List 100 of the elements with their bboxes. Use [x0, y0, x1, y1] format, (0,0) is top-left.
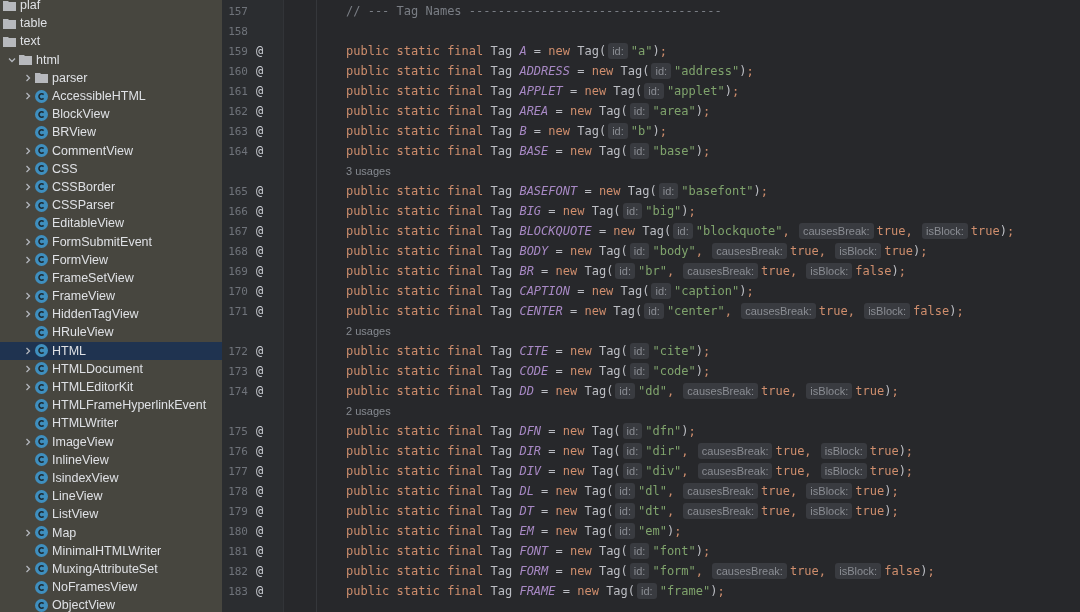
- chevron-icon[interactable]: [23, 72, 33, 83]
- tree-row[interactable]: AccessibleHTML: [0, 86, 222, 106]
- gutter-marker[interactable]: @: [256, 464, 264, 478]
- tree-row[interactable]: HTMLDocument: [0, 359, 222, 378]
- gutter-marker[interactable]: @: [256, 244, 264, 258]
- tree-row[interactable]: html: [0, 50, 222, 69]
- gutter-marker[interactable]: @: [256, 144, 264, 158]
- tree-row[interactable]: NoFramesView: [0, 578, 222, 597]
- tree-row[interactable]: HTML: [0, 341, 222, 360]
- class-icon: [35, 198, 48, 212]
- tree-row[interactable]: HRuleView: [0, 323, 222, 342]
- gutter-marker[interactable]: @: [256, 444, 264, 458]
- tree-row[interactable]: plaf: [0, 0, 222, 15]
- chevron-icon[interactable]: [23, 91, 33, 102]
- tree-row[interactable]: CSSParser: [0, 196, 222, 215]
- line-number: 158: [227, 24, 248, 38]
- gutter-marker[interactable]: @: [256, 304, 264, 318]
- class-icon: [35, 580, 48, 594]
- chevron-icon[interactable]: [23, 345, 33, 356]
- tree-row[interactable]: ObjectView: [0, 596, 222, 612]
- gutter-marker[interactable]: @: [256, 564, 264, 578]
- chevron-icon[interactable]: [23, 254, 33, 265]
- tree-row[interactable]: FrameView: [0, 287, 222, 306]
- tree-row[interactable]: FormView: [0, 250, 222, 269]
- tree-row[interactable]: InlineView: [0, 450, 222, 469]
- class-icon: [35, 362, 48, 376]
- tree-label: BlockView: [52, 106, 110, 123]
- chevron-icon[interactable]: [23, 309, 33, 320]
- gutter-marker[interactable]: @: [256, 64, 264, 78]
- tree-row[interactable]: text: [0, 32, 222, 51]
- chevron-icon[interactable]: [23, 236, 33, 247]
- gutter-marker[interactable]: @: [256, 204, 264, 218]
- gutter-marker[interactable]: @: [256, 264, 264, 278]
- tree-row[interactable]: FrameSetView: [0, 268, 222, 287]
- tree-row[interactable]: CSS: [0, 159, 222, 178]
- tree-row[interactable]: IsindexView: [0, 468, 222, 488]
- code-line: public static final Tag CENTER = new Tag( id: "center", causesBreak: true, isBlock: false);: [346, 303, 964, 319]
- tree-row[interactable]: parser: [0, 68, 222, 87]
- code-line: public static final Tag APPLET = new Tag( id: "applet");: [346, 83, 740, 99]
- gutter-marker[interactable]: @: [256, 124, 264, 138]
- gutter-marker[interactable]: @: [256, 524, 264, 538]
- tree-row[interactable]: BlockView: [0, 105, 222, 124]
- tree-label: HTMLEditorKit: [52, 379, 134, 396]
- gutter-marker[interactable]: @: [256, 424, 264, 438]
- gutter-marker[interactable]: @: [256, 84, 264, 98]
- chevron-icon[interactable]: [23, 527, 33, 538]
- gutter-marker[interactable]: @: [256, 44, 264, 58]
- tree-row[interactable]: CSSBorder: [0, 177, 222, 197]
- gutter-marker[interactable]: @: [256, 584, 264, 598]
- tree-row[interactable]: table: [0, 14, 222, 33]
- chevron-icon[interactable]: [23, 181, 33, 192]
- gutter-marker[interactable]: @: [256, 384, 264, 398]
- gutter-marker[interactable]: @: [256, 364, 264, 378]
- line-number: 173: [227, 364, 248, 378]
- tree-label: BRView: [52, 124, 96, 141]
- tree-row[interactable]: HTMLFrameHyperlinkEvent: [0, 396, 222, 415]
- chevron-icon[interactable]: [23, 363, 33, 374]
- tree-row[interactable]: Map: [0, 523, 222, 542]
- tree-row[interactable]: CommentView: [0, 141, 222, 160]
- line-number: 161: [227, 84, 248, 98]
- line-number: 159: [227, 44, 248, 58]
- tree-label: MinimalHTMLWriter: [52, 542, 162, 559]
- tree-label: ImageView: [52, 433, 114, 450]
- gutter-marker[interactable]: @: [256, 484, 264, 498]
- tree-label: ListView: [52, 506, 99, 523]
- tree-row[interactable]: MinimalHTMLWriter: [0, 541, 222, 560]
- chevron-icon[interactable]: [23, 145, 33, 156]
- tree-row[interactable]: HTMLWriter: [0, 414, 222, 433]
- gutter-marker[interactable]: @: [256, 184, 264, 198]
- gutter-marker[interactable]: @: [256, 104, 264, 118]
- gutter-marker[interactable]: @: [256, 544, 264, 558]
- usages-hint[interactable]: 3 usages: [346, 165, 391, 177]
- line-number: 180: [227, 524, 248, 538]
- line-number: 183: [227, 584, 248, 598]
- tree-row[interactable]: LineView: [0, 487, 222, 506]
- tree-row[interactable]: HiddenTagView: [0, 305, 222, 324]
- chevron-icon[interactable]: [23, 200, 33, 211]
- class-icon: [35, 180, 48, 194]
- gutter-marker[interactable]: @: [256, 224, 264, 238]
- gutter-marker[interactable]: @: [256, 504, 264, 518]
- chevron-icon[interactable]: [23, 436, 33, 447]
- usages-hint[interactable]: 2 usages: [346, 325, 391, 337]
- tree-row[interactable]: ImageView: [0, 432, 222, 451]
- tree-row[interactable]: MuxingAttributeSet: [0, 559, 222, 578]
- tree-row[interactable]: FormSubmitEvent: [0, 232, 222, 251]
- tree-row[interactable]: EditableView: [0, 214, 222, 233]
- tree-label: html: [36, 51, 60, 68]
- tree-row[interactable]: ListView: [0, 505, 222, 524]
- code-line: public static final Tag FORM = new Tag( id: "form", causesBreak: true, isBlock: false);: [346, 563, 935, 579]
- chevron-icon[interactable]: [23, 291, 33, 302]
- chevron-icon[interactable]: [23, 382, 33, 393]
- code-line: public static final Tag BIG = new Tag( id: "big");: [346, 203, 696, 219]
- tree-label: table: [20, 15, 48, 32]
- usages-hint[interactable]: 2 usages: [346, 405, 391, 417]
- gutter-marker[interactable]: @: [256, 344, 264, 358]
- chevron-icon[interactable]: [23, 563, 33, 574]
- tree-row[interactable]: BRView: [0, 123, 222, 142]
- gutter-marker[interactable]: @: [256, 284, 264, 298]
- chevron-icon[interactable]: [23, 163, 33, 174]
- tree-row[interactable]: HTMLEditorKit: [0, 377, 222, 397]
